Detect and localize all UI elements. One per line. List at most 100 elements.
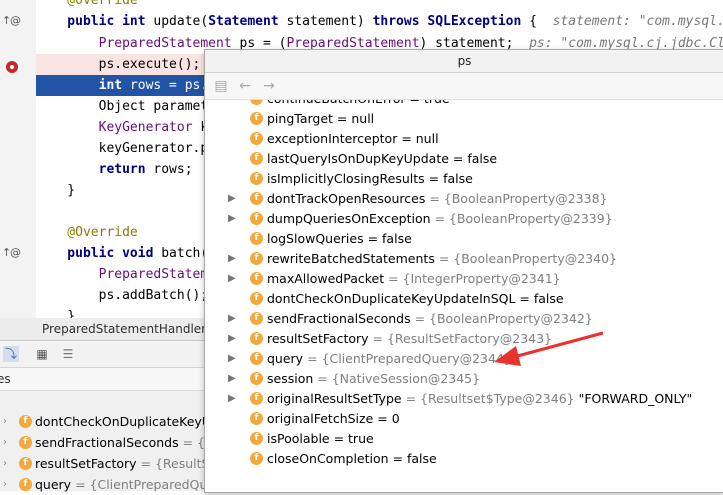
field-icon: f — [250, 392, 263, 405]
field-value: = true — [329, 431, 374, 446]
tree-row-pingTarget[interactable]: f pingTarget = null — [205, 109, 723, 129]
tree-row-originalFetchSize[interactable]: f originalFetchSize = 0 — [205, 409, 723, 429]
tree-row-rewriteBatchedStatements[interactable]: ▶ f rewriteBatchedStatements = {BooleanPro… — [205, 249, 723, 269]
code-line[interactable]: } — [36, 180, 75, 201]
breakpoint-icon[interactable] — [6, 61, 18, 73]
forward-arrow-icon[interactable]: → — [260, 77, 278, 95]
field-icon: f — [19, 415, 32, 428]
tree-row-maxAllowedPacket[interactable]: ▶ f maxAllowedPacket = {IntegerProperty@23… — [205, 269, 723, 289]
tree-row-text: dumpQueriesOnException = {BooleanPropert… — [267, 209, 613, 229]
tree-row-originalResultSetType[interactable]: ▶ f originalResultSetType = {Resultset$Typ… — [205, 389, 723, 409]
settings-list-icon[interactable]: ☰ — [60, 346, 76, 362]
tree-row-text: resultSetFactory = {ResultSetFactory@234… — [267, 329, 552, 349]
tree-row-logSlowQueries[interactable]: f logSlowQueries = false — [205, 229, 723, 249]
expand-arrow-icon[interactable]: ▶ — [228, 349, 236, 369]
tree-row-text: lastQueryIsOnDupKeyUpdate = false — [267, 149, 497, 169]
code-line[interactable]: Object parameterO — [36, 96, 232, 117]
tree-row-dumpQueriesOnException[interactable]: ▶ f dumpQueriesOnException = {BooleanPrope… — [205, 209, 723, 229]
code-line[interactable]: public int update(Statement statement) t… — [36, 11, 723, 32]
tree-row-text: maxAllowedPacket = {IntegerProperty@2341… — [267, 269, 561, 289]
field-value: = true — [406, 100, 449, 106]
field-name: sendFractionalSeconds — [267, 311, 411, 326]
tree-row-exceptionInterceptor[interactable]: f exceptionInterceptor = null — [205, 129, 723, 149]
expand-arrow-icon[interactable]: ▶ — [228, 389, 236, 409]
tree-row-text: session = {NativeSession@2345} — [267, 369, 480, 389]
field-icon: f — [19, 457, 32, 470]
annotation-icon: @ — [10, 14, 21, 27]
tree-row-query[interactable]: ▶ f query = {ClientPreparedQuery@2344} — [205, 349, 723, 369]
code-token: } — [36, 309, 76, 318]
tree-row-sendFractionalSeconds[interactable]: ▶ f sendFractionalSeconds = {BooleanProper… — [205, 309, 723, 329]
field-name: logSlowQueries — [267, 231, 364, 246]
code-line[interactable]: public void batch(S — [36, 243, 216, 264]
editor-gutter[interactable]: ↑ @ ↑ @ — [0, 0, 36, 318]
inspect-popup[interactable]: ps ▤ ← → fcontinueBatchOnError = truefpi… — [204, 49, 723, 493]
expand-arrow-icon[interactable]: › — [3, 475, 7, 495]
field-icon: f — [250, 172, 263, 185]
tree-row-text: query = {ClientPreparedQuery@2344} — [267, 349, 512, 369]
tree-row-text: pingTarget = null — [267, 109, 374, 129]
expand-arrow-icon[interactable]: › — [3, 454, 7, 474]
code-line[interactable]: @Override — [36, 0, 137, 11]
tree-row-lastQueryIsOnDupKeyUpdate[interactable]: f lastQueryIsOnDupKeyUpdate = false — [205, 149, 723, 169]
code-line[interactable]: ps.addBatch(); — [36, 285, 209, 306]
expand-arrow-icon[interactable]: ▶ — [228, 329, 236, 349]
variable-text: sendFractionalSeconds = {Bo — [35, 433, 221, 453]
popup-title[interactable]: ps — [205, 50, 723, 73]
code-token: Object parameterO — [36, 99, 232, 114]
expand-arrow-icon[interactable]: › — [3, 412, 7, 432]
tree-row-isImplicitlyClosingResults[interactable]: f isImplicitlyClosingResults = false — [205, 169, 723, 189]
field-icon: f — [250, 132, 263, 145]
tree-row-continueBatchOnError[interactable]: f continueBatchOnError = true — [205, 100, 723, 109]
field-value: "FORWARD_ONLY" — [574, 391, 693, 406]
field-icon: f — [19, 478, 32, 491]
code-line[interactable]: @Override — [36, 222, 138, 243]
code-token: @Override — [36, 225, 138, 240]
tree-icon[interactable]: ▤ — [212, 77, 230, 95]
code-line[interactable]: KeyGenerator keyG — [36, 117, 232, 138]
expand-arrow-icon[interactable]: ▶ — [228, 189, 236, 209]
tree-row-resultSetFactory[interactable]: ▶ f resultSetFactory = {ResultSetFactory@2… — [205, 329, 723, 349]
code-token: } — [36, 183, 76, 198]
back-arrow-icon[interactable]: ← — [236, 77, 254, 95]
field-name: maxAllowedPacket — [267, 271, 385, 286]
tree-row-dontCheckOnDuplicateKeyUpdateInSQL[interactable]: f dontCheckOnDuplicateKeyUpdateInSQL = fa… — [205, 289, 723, 309]
table-icon[interactable]: ▦ — [34, 346, 50, 362]
variable-name: query — [35, 477, 72, 492]
restore-layout-icon[interactable]: ⤵ — [3, 346, 19, 362]
object-tree[interactable]: f continueBatchOnError = true f pingTarget … — [205, 100, 723, 492]
code-line[interactable]: return rows; — [36, 159, 193, 180]
field-icon: f — [250, 312, 263, 325]
field-name: exceptionInterceptor — [267, 131, 398, 146]
code-line[interactable]: PreparedStatement — [36, 264, 232, 285]
field-icon: f — [250, 332, 263, 345]
tree-row-closeOnCompletion[interactable]: f closeOnCompletion = false — [205, 449, 723, 469]
variable-text: dontCheckOnDuplicateKeyUp — [35, 412, 219, 432]
tree-row-text: dontCheckOnDuplicateKeyUpdateInSQL = fal… — [267, 289, 564, 309]
tree-row-session[interactable]: ▶ f session = {NativeSession@2345} — [205, 369, 723, 389]
expand-arrow-icon[interactable]: ▶ — [228, 309, 236, 329]
field-value: = false — [448, 151, 498, 166]
expand-arrow-icon[interactable]: › — [3, 433, 7, 453]
field-reference: = {BooleanProperty@2338} — [425, 191, 608, 206]
tree-row-isPoolable[interactable]: f isPoolable = true — [205, 429, 723, 449]
expand-arrow-icon[interactable]: ▶ — [228, 249, 236, 269]
expand-arrow-icon[interactable]: ▶ — [228, 369, 236, 389]
tree-row-text: dontTrackOpenResources = {BooleanPropert… — [267, 189, 608, 209]
tree-row-text: sendFractionalSeconds = {BooleanProperty… — [267, 309, 593, 329]
variable-name: resultSetFactory — [35, 456, 137, 471]
tree-row-text: originalFetchSize = 0 — [267, 409, 400, 429]
variable-text: resultSetFactory = {ResultSetF — [35, 454, 229, 474]
code-line[interactable]: keyGenerator.proc — [36, 138, 232, 159]
field-icon: f — [250, 412, 263, 425]
tree-row-dontTrackOpenResources[interactable]: ▶ f dontTrackOpenResources = {BooleanPrope… — [205, 189, 723, 209]
expand-arrow-icon[interactable]: ▶ — [228, 209, 236, 229]
code-line[interactable]: } — [36, 306, 75, 318]
field-reference: = {NativeSession@2345} — [313, 371, 481, 386]
field-name: query — [267, 351, 304, 366]
variable-name: dontCheckOnDuplicateKeyUp — [35, 414, 219, 429]
field-icon: f — [19, 436, 32, 449]
expand-arrow-icon[interactable]: ▶ — [228, 269, 236, 289]
code-token: KeyGenerator — [36, 120, 193, 135]
field-icon: f — [250, 152, 263, 165]
